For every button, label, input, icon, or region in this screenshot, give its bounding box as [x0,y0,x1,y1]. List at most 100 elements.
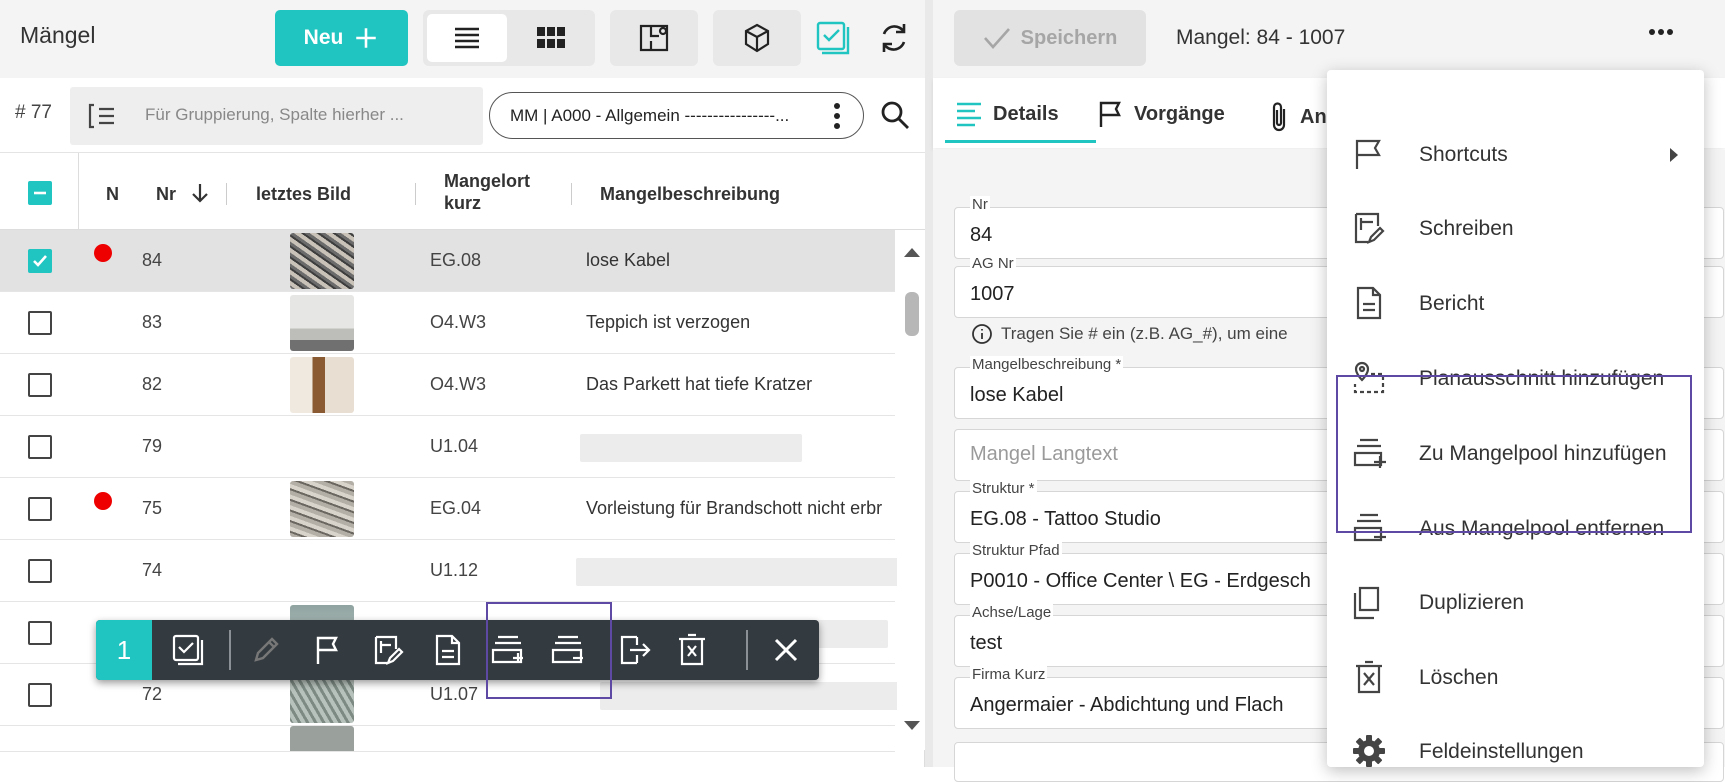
search-icon[interactable] [880,100,910,130]
more-horizontal-icon[interactable] [1648,27,1674,37]
menu-item-feldeinstellungen[interactable]: Feldeinstellungen [1327,714,1704,767]
plan-view-button[interactable] [610,10,698,66]
export-icon[interactable] [616,632,652,668]
bim-view-button[interactable] [713,10,801,66]
paperclip-icon [1268,100,1290,134]
detail-toolbar: Speichern Mangel: 84 - 1007 [933,0,1725,78]
row-checkbox[interactable] [28,249,52,273]
red-status-dot [94,244,112,262]
field-achse-lage-label: Achse/Lage [970,604,1054,621]
row-thumbnail[interactable] [290,233,354,289]
field-achse-lage-value: test [970,632,1003,654]
grid-view-button[interactable] [511,14,591,62]
column-header-description[interactable]: Mangelbeschreibung [600,184,780,205]
column-header-image[interactable]: letztes Bild [256,184,351,205]
sort-down-icon[interactable] [190,182,210,204]
menu-item-label: Aus Mangelpool entfernen [1419,517,1665,540]
menu-item-label: Bericht [1419,292,1485,315]
panel-splitter[interactable] [925,0,933,767]
context-menu: Shortcuts Schreiben Bericht Planausschni… [1327,70,1704,767]
scroll-thumb[interactable] [905,292,919,336]
delete-icon[interactable] [674,632,710,668]
row-thumbnail[interactable] [290,726,354,751]
field-description-value: lose Kabel [970,384,1064,406]
scroll-down-icon[interactable] [903,720,921,732]
new-button[interactable]: Neu [275,10,408,66]
cell-description: lose Kabel [586,250,671,270]
vertical-scrollbar[interactable] [897,230,925,750]
column-header-n[interactable]: N [106,184,119,205]
filter-pill[interactable]: MM | A000 - Allgemein ----------------..… [489,92,864,139]
list-toolbar: Mängel Neu [0,0,925,78]
cell-nr: 82 [142,374,163,394]
grouping-dropzone[interactable]: Für Gruppierung, Spalte hierher ... [70,87,483,145]
cell-location: EG.04 [430,498,482,518]
table-row[interactable]: 82 O4.W3 Das Parkett hat tiefe Kratzer [0,354,895,416]
row-checkbox[interactable] [28,497,52,521]
row-checkbox[interactable] [28,373,52,397]
menu-item-planausschnitt[interactable]: Planausschnitt hinzufügen [1327,341,1704,415]
row-checkbox[interactable] [28,559,52,583]
table-row[interactable] [0,726,895,752]
defect-list-panel: Mängel Neu # 77 Für Gruppierung, Spalte … [0,0,925,767]
menu-item-label: Löschen [1419,666,1499,689]
tab-vorgaenge[interactable]: Vorgänge [1098,100,1225,128]
menu-item-pool-add[interactable]: Zu Mangelpool hinzufügen [1327,416,1704,490]
write-icon[interactable] [370,632,406,668]
table-row[interactable]: 83 O4.W3 Teppich ist verzogen [0,292,895,354]
column-header-nr[interactable]: Nr [156,184,176,205]
column-header-location-line2[interactable]: kurz [444,193,481,214]
save-button[interactable]: Speichern [954,10,1146,66]
menu-item-schreiben[interactable]: Schreiben [1327,191,1704,265]
tab-details[interactable]: Details [955,100,1059,128]
row-thumbnail[interactable] [290,295,354,351]
report-icon[interactable] [430,632,466,668]
flag-icon[interactable] [310,632,346,668]
pool-remove-icon[interactable] [550,632,586,668]
refresh-icon[interactable] [877,20,911,56]
column-header-location-line1[interactable]: Mangelort [444,171,530,192]
select-all-checkbox[interactable] [28,181,52,205]
row-thumbnail[interactable] [290,481,354,537]
pool-add-icon[interactable] [490,632,526,668]
tab-attachments[interactable]: An [1268,100,1327,134]
row-thumbnail[interactable] [290,357,354,413]
cell-location: U1.04 [430,436,479,456]
table-row[interactable]: 79 U1.04 [0,416,895,478]
table-row[interactable]: 84 EG.08 lose Kabel [0,230,895,292]
menu-item-shortcuts[interactable]: Shortcuts [1327,117,1704,191]
table-row[interactable]: 75 EG.04 Vorleistung für Brandschott nic… [0,478,895,540]
cell-nr: 84 [142,250,163,270]
new-button-label: Neu [303,26,344,49]
field-struktur-value: EG.08 - Tattoo Studio [970,508,1161,530]
menu-item-duplizieren[interactable]: Duplizieren [1327,565,1704,639]
menu-item-loeschen[interactable]: Löschen [1327,640,1704,714]
select-mode-icon[interactable] [815,20,851,56]
cell-nr: 74 [142,560,163,580]
scroll-up-icon[interactable] [903,246,921,258]
cell-location: U1.07 [430,684,479,704]
row-checkbox[interactable] [28,311,52,335]
close-icon[interactable] [768,632,804,668]
view-toggle [423,10,595,66]
selected-count: 1 [96,620,152,680]
plan-icon [637,21,671,55]
menu-item-pool-remove[interactable]: Aus Mangelpool entfernen [1327,491,1704,565]
write-icon [1351,210,1387,246]
table-row[interactable]: 74 U1.12 [0,540,900,602]
row-checkbox[interactable] [28,435,52,459]
field-ag-nr-label: AG Nr [970,255,1016,272]
row-checkbox[interactable] [28,683,52,707]
more-vertical-icon[interactable] [833,102,841,130]
row-checkbox[interactable] [28,621,52,645]
column-divider [226,183,227,205]
delete-icon [1351,659,1387,695]
menu-item-bericht[interactable]: Bericht [1327,266,1704,340]
select-mode-icon[interactable] [170,632,206,668]
grouping-placeholder: Für Gruppierung, Spalte hierher ... [145,105,404,124]
flag-icon [1098,100,1124,128]
list-view-button[interactable] [427,14,507,62]
field-description-label: Mangelbeschreibung * [970,356,1124,373]
field-nr-label: Nr [970,196,990,213]
edit-icon[interactable] [248,632,284,668]
